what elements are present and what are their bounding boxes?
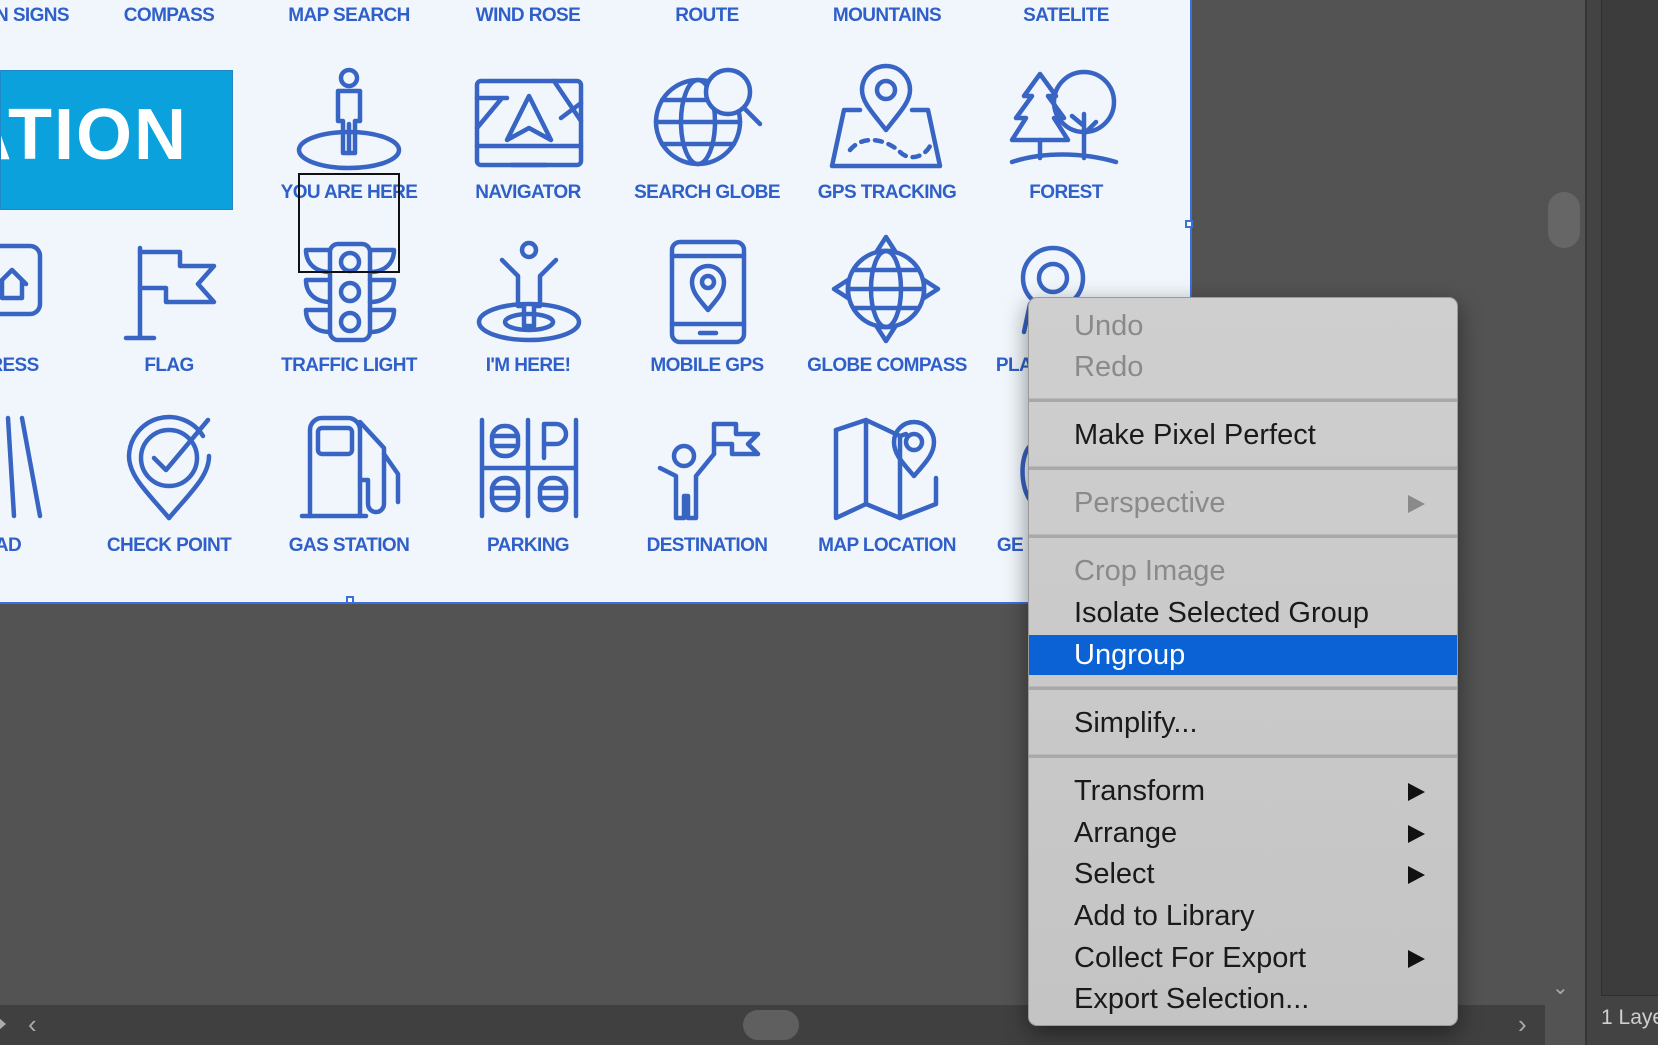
title-banner[interactable]: ATION [0, 70, 233, 210]
selection-rectangle[interactable] [298, 173, 400, 273]
artboard[interactable]: N SIGNS COMPASS MAP SEARCH WIND ROSE ROU… [0, 0, 1192, 604]
menu-item-make-pixel-perfect[interactable]: Make Pixel Perfect [1029, 415, 1457, 455]
menu-separator [1029, 686, 1457, 690]
menu-item-label: Isolate Selected Group [1074, 597, 1370, 629]
label-road: AD [0, 535, 22, 556]
map-location-icon[interactable] [832, 414, 942, 522]
road-icon[interactable] [2, 414, 43, 520]
label-traffic-light: TRAFFIC LIGHT [281, 355, 417, 376]
navigator-icon[interactable] [474, 78, 584, 170]
submenu-arrow-icon [1408, 866, 1425, 884]
label-gas-station: GAS STATION [288, 535, 410, 556]
label-forest: FOREST [1029, 182, 1103, 203]
submenu-arrow-icon [1408, 783, 1425, 801]
scroll-down-arrow-icon[interactable]: ⌄ [1552, 975, 1569, 1000]
menu-item-ungroup[interactable]: Ungroup [1029, 635, 1457, 675]
menu-item-label: Ungroup [1074, 639, 1186, 671]
menu-item-label: Select [1074, 858, 1155, 890]
gps-tracking-icon[interactable] [829, 63, 943, 170]
forest-icon[interactable] [1009, 64, 1119, 170]
layers-panel[interactable]: 1 Layer [1585, 0, 1658, 1045]
destination-icon[interactable] [656, 420, 762, 522]
label-compass: COMPASS [123, 5, 215, 26]
you-are-here-icon[interactable] [294, 64, 404, 172]
menu-separator [1029, 398, 1457, 402]
vertical-scrollbar-thumb[interactable] [1548, 192, 1580, 248]
globe-compass-icon[interactable] [831, 234, 941, 344]
gas-station-icon[interactable] [298, 414, 402, 520]
submenu-arrow-icon [1408, 495, 1425, 513]
search-globe-icon[interactable] [652, 64, 764, 170]
submenu-arrow-icon [1408, 950, 1425, 968]
menu-item-simplify[interactable]: Simplify... [1029, 703, 1457, 743]
menu-item-select[interactable]: Select [1029, 854, 1457, 894]
menu-separator [1029, 534, 1457, 538]
label-destination: DESTINATION [646, 535, 768, 556]
submenu-arrow-icon [1408, 825, 1425, 843]
label-flag: FLAG [144, 355, 194, 376]
menu-item-label: Collect For Export [1074, 942, 1307, 974]
menu-item-redo[interactable]: Redo [1029, 347, 1457, 387]
scroll-right-arrow-icon[interactable]: › [1518, 1009, 1527, 1040]
menu-item-transform[interactable]: Transform [1029, 771, 1457, 811]
menu-item-label: Simplify... [1074, 707, 1198, 739]
context-menu[interactable]: Undo Redo Make Pixel Perfect Perspective… [1028, 297, 1458, 1026]
menu-item-label: Arrange [1074, 817, 1178, 849]
label-navigator: NAVIGATOR [475, 182, 581, 203]
label-search-globe: SEARCH GLOBE [634, 182, 780, 203]
canvas-workspace[interactable]: N SIGNS COMPASS MAP SEARCH WIND ROSE ROU… [0, 0, 1658, 1045]
layers-count-label: 1 Layer [1601, 1006, 1658, 1029]
label-mountains: MOUNTAINS [832, 5, 942, 26]
menu-separator [1029, 754, 1457, 758]
label-mobile-gps: MOBILE GPS [650, 355, 764, 376]
flag-icon[interactable] [118, 244, 220, 344]
label-check-point: CHECK POINT [106, 535, 232, 556]
label-route: ROUTE [675, 5, 739, 26]
label-wind-rose: WIND ROSE [475, 5, 581, 26]
check-point-icon[interactable] [126, 414, 212, 522]
layers-panel-content[interactable] [1601, 0, 1658, 996]
address-icon[interactable] [0, 243, 43, 324]
menu-item-collect-for-export[interactable]: Collect For Export [1029, 938, 1457, 978]
artboard-handle-right[interactable] [1185, 220, 1193, 228]
scroll-left-arrow-icon[interactable]: ‹ [28, 1009, 37, 1040]
menu-item-label: Make Pixel Perfect [1074, 419, 1316, 451]
label-parking: PARKING [486, 535, 570, 556]
menu-item-label: Add to Library [1074, 900, 1255, 932]
menu-item-undo[interactable]: Undo [1029, 306, 1457, 346]
menu-item-label: Perspective [1074, 487, 1226, 519]
label-im-here: I'M HERE! [485, 355, 571, 376]
menu-item-label: Crop Image [1074, 555, 1226, 587]
menu-item-label: Transform [1074, 775, 1206, 807]
artboard-handle-bottom[interactable] [346, 596, 354, 604]
menu-item-label: Export Selection... [1074, 983, 1310, 1015]
horizontal-scrollbar-thumb[interactable] [743, 1010, 799, 1040]
mobile-gps-icon[interactable] [668, 239, 748, 345]
menu-item-perspective[interactable]: Perspective [1029, 483, 1457, 523]
parking-icon[interactable] [478, 416, 580, 520]
label-gps-tracking: GPS TRACKING [817, 182, 957, 203]
menu-item-arrange[interactable]: Arrange [1029, 813, 1457, 853]
panel-expand-arrow-icon[interactable] [0, 1017, 6, 1031]
banner-text: ATION [1, 95, 188, 175]
label-map-search: MAP SEARCH [288, 5, 410, 26]
label-satelite: SATELITE [1023, 5, 1109, 26]
menu-item-export-selection[interactable]: Export Selection... [1029, 979, 1457, 1019]
menu-item-isolate-selected-group[interactable]: Isolate Selected Group [1029, 593, 1457, 633]
menu-item-crop-image[interactable]: Crop Image [1029, 551, 1457, 591]
menu-item-add-to-library[interactable]: Add to Library [1029, 896, 1457, 936]
im-here-icon[interactable] [474, 240, 584, 344]
menu-separator [1029, 466, 1457, 470]
